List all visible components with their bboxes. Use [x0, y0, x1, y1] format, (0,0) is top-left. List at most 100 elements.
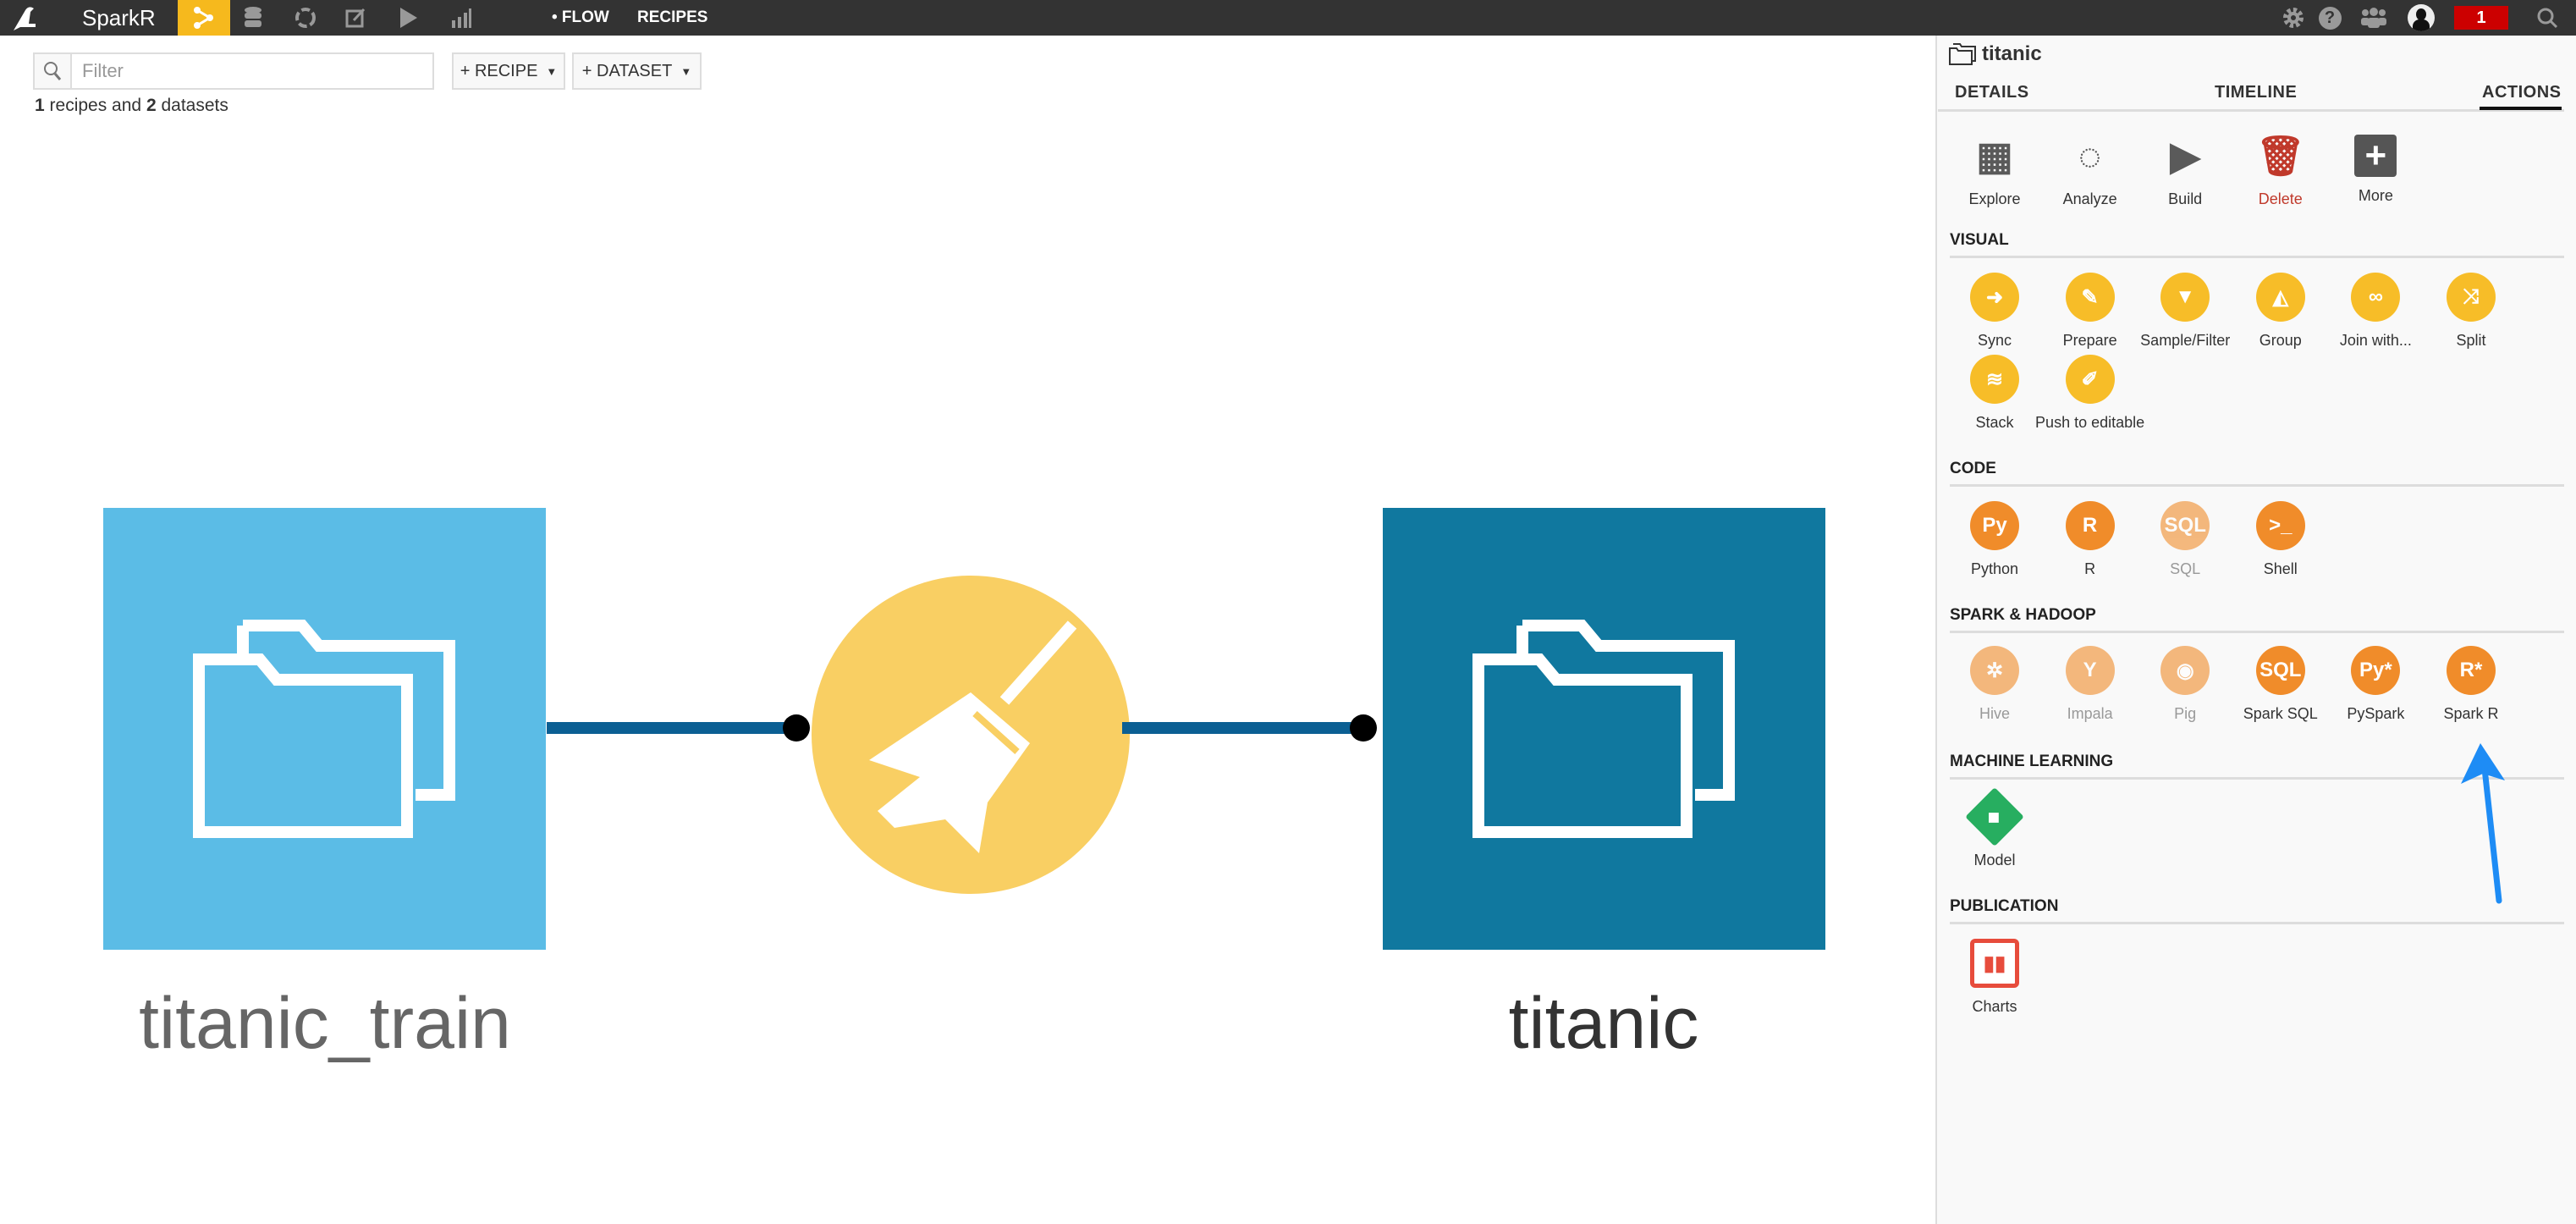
panel-title: titanic [1948, 42, 2042, 66]
flow-link-input [547, 722, 796, 734]
section-header: SPARK & HADOOP [1950, 606, 2096, 624]
action-label: Charts [1972, 998, 2017, 1015]
dataset-node-titanic-train[interactable] [103, 508, 546, 950]
table-icon: ▦ [1976, 134, 2013, 178]
sync-icon: ➜ [1970, 273, 2019, 322]
plus-circle-icon: + [2354, 135, 2397, 177]
pig-icon: ◉ [2160, 646, 2210, 695]
action-shell[interactable]: >_ Shell [2234, 501, 2327, 578]
filter-input[interactable] [72, 54, 432, 88]
add-recipe-button[interactable]: + RECIPE ▼ [452, 52, 565, 90]
active-tab-indicator [2480, 107, 2562, 110]
action-split[interactable]: ⤨ Split [2425, 273, 2518, 350]
section-header: MACHINE LEARNING [1950, 753, 2114, 770]
folder-icon [192, 620, 455, 838]
python-icon: Py [1970, 501, 2019, 550]
section-divider [1950, 484, 2564, 487]
charts-icon: ▮▮ [1970, 939, 2019, 988]
section-divider [1950, 256, 2564, 258]
push-icon: ✐ [2065, 355, 2115, 404]
bird-logo-icon[interactable] [7, 0, 44, 36]
action-spark-r[interactable]: R* Spark R [2425, 646, 2518, 723]
panel-title-text: titanic [1982, 42, 2042, 65]
notification-badge[interactable]: 1 [2454, 6, 2508, 30]
join-icon: ∞ [2351, 273, 2401, 322]
caret-down-icon: ▼ [680, 64, 692, 78]
broom-icon [869, 620, 1077, 853]
action-more[interactable]: + More [2329, 131, 2422, 205]
search-icon[interactable] [2534, 0, 2561, 36]
action-label: Spark R [2443, 705, 2499, 722]
notebook-icon[interactable] [344, 0, 369, 36]
section-divider [1950, 631, 2564, 633]
gear-icon[interactable] [2281, 0, 2306, 36]
users-icon[interactable] [2359, 0, 2388, 36]
spark-r-icon: R* [2447, 646, 2496, 695]
dashboard-icon[interactable] [449, 0, 474, 36]
tab-timeline[interactable]: TIMELINE [2215, 83, 2297, 102]
action-label: Push to editable [2035, 414, 2145, 431]
folder-icon [1949, 43, 1976, 65]
tab-actions[interactable]: ACTIONS [2482, 83, 2562, 102]
filter-icon: ▼ [2160, 273, 2210, 322]
action-label: Shell [2263, 560, 2298, 577]
section-header: VISUAL [1950, 231, 2009, 249]
action-charts[interactable]: ▮▮ Charts [1948, 939, 2041, 1016]
dataset-label-titanic-train[interactable]: titanic_train [71, 982, 579, 1066]
shell-icon: >_ [2255, 501, 2305, 550]
summary-text: recipes and [44, 96, 146, 115]
dataset-label-titanic[interactable]: titanic [1350, 982, 1858, 1066]
project-name[interactable]: SparkR [82, 0, 156, 36]
dataset-node-titanic[interactable] [1383, 508, 1825, 950]
prepare-recipe-node[interactable] [812, 576, 1130, 894]
add-dataset-label: + DATASET [581, 61, 673, 80]
action-label: More [2358, 187, 2393, 204]
broom-icon: ✎ [2065, 273, 2115, 322]
analysis-icon[interactable] [293, 0, 318, 36]
flow-link[interactable]: • FLOW [552, 0, 609, 36]
datasets-icon[interactable] [240, 0, 266, 36]
search-icon [35, 54, 72, 88]
section-header: PUBLICATION [1950, 897, 2059, 915]
summary-text-end: datasets [156, 96, 228, 115]
flow-summary: 1 recipes and 2 datasets [35, 96, 228, 116]
folder-icon [1472, 620, 1735, 838]
action-model[interactable]: ◆ Model [1948, 787, 2041, 869]
caret-down-icon: ▼ [546, 64, 558, 78]
action-label: Split [2456, 332, 2486, 349]
tab-details[interactable]: DETAILS [1955, 83, 2029, 102]
action-push-to-editable[interactable]: ✐ Push to editable [2035, 355, 2144, 432]
add-dataset-button[interactable]: + DATASET ▼ [572, 52, 702, 90]
dataset-count: 2 [146, 96, 157, 115]
impala-icon: Y [2065, 646, 2115, 695]
group-icon: ◭ [2255, 273, 2305, 322]
filter-field [33, 52, 434, 90]
pyspark-icon: Py* [2351, 646, 2401, 695]
spark-sql-icon: SQL [2255, 646, 2305, 695]
analyze-icon: ◌ [2078, 134, 2102, 178]
link-endpoint [1350, 714, 1377, 742]
trash-icon: 🗑 [2255, 133, 2305, 178]
hive-icon: ✲ [1970, 646, 2019, 695]
sql-icon: SQL [2160, 501, 2210, 550]
flow-icon[interactable] [178, 0, 230, 36]
section-divider [1950, 922, 2564, 924]
recipes-link[interactable]: RECIPES [637, 0, 707, 36]
play-icon: ▶ [2170, 134, 2200, 178]
section-header: CODE [1950, 460, 1996, 477]
split-icon: ⤨ [2447, 273, 2496, 322]
help-icon[interactable]: ? [2317, 0, 2342, 36]
recipe-count: 1 [35, 96, 45, 115]
r-icon: R [2065, 501, 2115, 550]
annotation-arrow-icon [2461, 743, 2505, 904]
model-icon: ◆ [1965, 787, 2024, 846]
link-endpoint [783, 714, 810, 742]
avatar[interactable] [2407, 0, 2436, 36]
tab-divider [1938, 109, 2564, 112]
stack-icon: ≋ [1970, 355, 2019, 404]
top-nav-bar: SparkR • FLOW RECIPES ? 1 [0, 0, 2576, 36]
jobs-icon[interactable] [396, 0, 421, 36]
add-recipe-label: + RECIPE [460, 61, 538, 80]
flow-link-output [1122, 722, 1363, 734]
action-label: Model [1973, 852, 2016, 868]
